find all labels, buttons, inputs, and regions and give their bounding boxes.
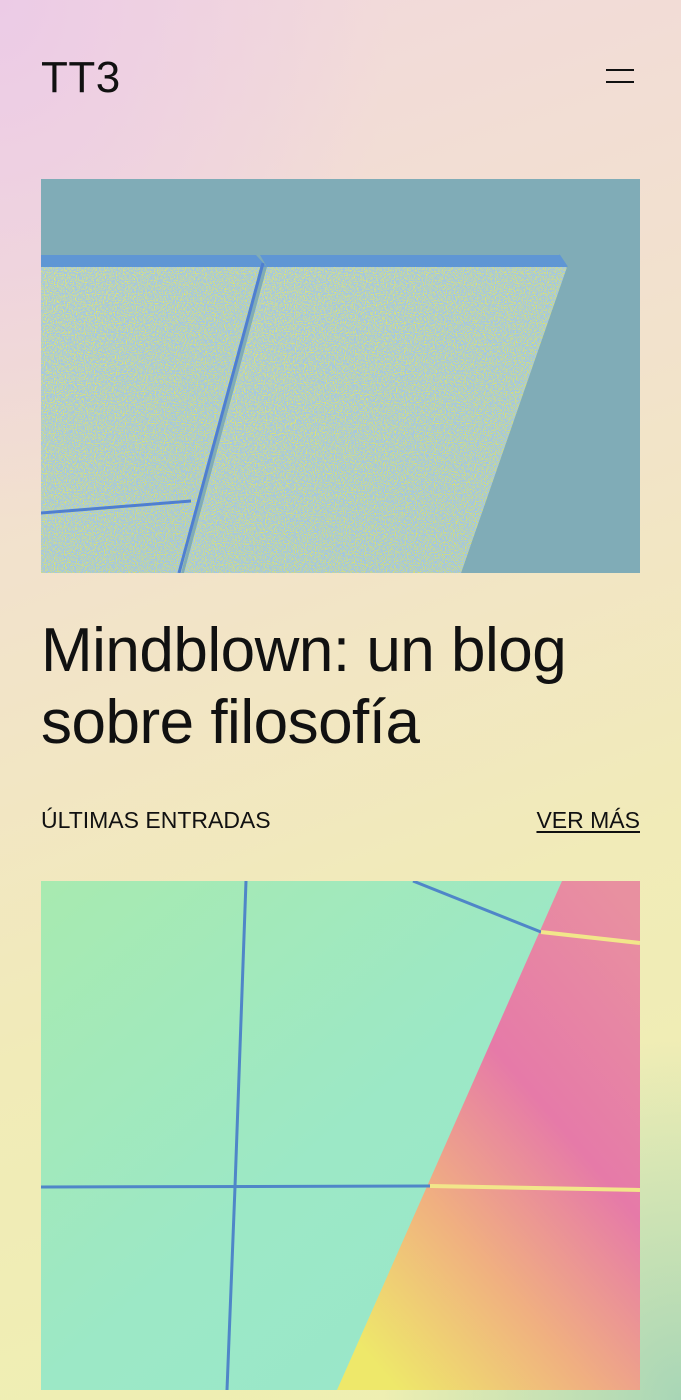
post-image-graphic: [41, 881, 640, 1390]
site-title[interactable]: TT3: [41, 53, 121, 103]
hero-image: [41, 179, 640, 573]
site-header: TT3: [41, 50, 640, 106]
see-more-link[interactable]: VER MÁS: [536, 804, 640, 836]
post-image[interactable]: [41, 881, 640, 1390]
latest-posts-label: ÚLTIMAS ENTRADAS: [41, 807, 271, 833]
menu-icon-bar-top: [606, 69, 634, 71]
hero-image-graphic: [41, 179, 640, 573]
latest-posts-row: ÚLTIMAS ENTRADAS VER MÁS: [41, 804, 640, 836]
menu-button[interactable]: [606, 66, 634, 88]
hero-title: Mindblown: un blog sobre filosofía: [41, 616, 567, 757]
menu-icon-bar-bottom: [606, 81, 634, 83]
